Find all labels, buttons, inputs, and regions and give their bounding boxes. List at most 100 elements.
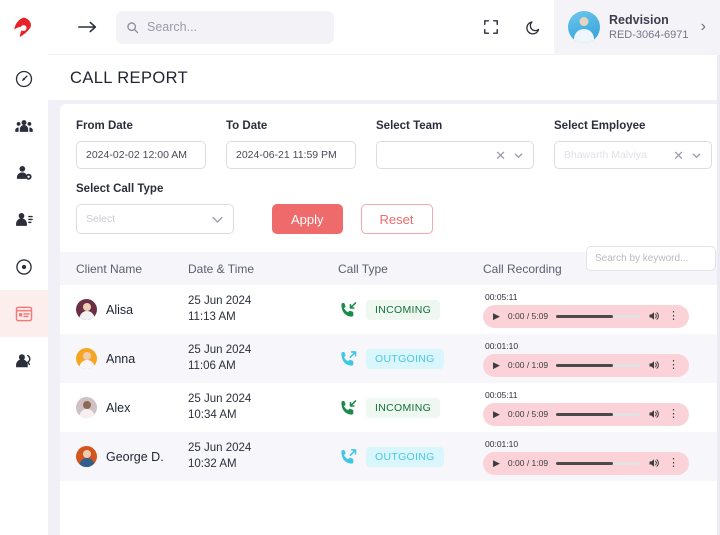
more-options-icon[interactable]: ⋮ [668, 310, 679, 322]
cell-date-time: 25 Jun 2024 10:34 AM [188, 392, 338, 423]
select-team-icons: ✕ [495, 149, 524, 162]
audio-player[interactable]: ▶ 0:00 / 1:09 ⋮ [483, 353, 689, 377]
page-title: CALL REPORT [48, 55, 720, 100]
volume-icon[interactable] [648, 457, 660, 469]
to-date-label: To Date [226, 120, 268, 132]
apply-button[interactable]: Apply [272, 204, 343, 234]
column-header-date-time: Date & Time [188, 261, 255, 276]
table-footer [60, 481, 720, 509]
user-id: RED-3064-6971 [609, 28, 689, 41]
topbar-right: Redvision RED-3064-6971 › [470, 0, 720, 55]
select-employee-dropdown[interactable]: Bhawarth Malviya ✕ [554, 141, 712, 169]
select-call-type-dropdown[interactable]: Select [76, 204, 234, 234]
volume-icon[interactable] [648, 359, 660, 371]
sidebar-collapse-button[interactable] [66, 0, 110, 55]
row-time: 10:32 AM [188, 457, 237, 470]
select-team-dropdown[interactable]: ✕ [376, 141, 534, 169]
cell-client: Anna [60, 348, 188, 369]
avatar [76, 397, 97, 418]
chevron-right-icon: › [700, 18, 706, 35]
keyword-search-wrap: Search by keyword... [586, 246, 716, 271]
avatar [76, 446, 97, 467]
sidebar-item-recordings[interactable] [0, 243, 48, 290]
sidebar [0, 0, 48, 535]
user-name: Redvision [609, 12, 669, 27]
search-icon [126, 21, 139, 34]
progress-bar[interactable] [556, 412, 640, 416]
select-employee-field: Select Employee Bhawarth Malviya ✕ [554, 120, 712, 169]
row-date: 25 Jun 2024 [188, 392, 252, 405]
select-employee-placeholder: Bhawarth Malviya [564, 149, 647, 161]
playback-time: 0:00 / 1:09 [507, 458, 549, 468]
to-date-field: To Date 2024-06-21 11:59 PM [226, 120, 356, 169]
play-icon[interactable]: ▶ [493, 360, 500, 370]
table-row[interactable]: Alisa 25 Jun 2024 11:13 AM INCOMING 00:0… [60, 285, 720, 334]
playback-time: 0:00 / 5:09 [507, 409, 549, 419]
user-settings-icon [16, 165, 32, 180]
topbar: Search... Redvision RED-3064-6971 › [48, 0, 720, 55]
more-options-icon[interactable]: ⋮ [668, 408, 679, 420]
client-name: Anna [106, 351, 136, 366]
select-call-type-label: Select Call Type [76, 183, 164, 195]
chevron-down-icon[interactable] [513, 150, 524, 161]
speedometer-icon [15, 70, 33, 87]
chevron-down-icon[interactable] [211, 213, 224, 226]
clear-icon[interactable]: ✕ [673, 149, 684, 162]
sidebar-item-teams[interactable] [0, 102, 48, 149]
sidebar-item-user-settings[interactable] [0, 149, 48, 196]
table-row[interactable]: Alex 25 Jun 2024 10:34 AM INCOMING 00:05… [60, 383, 720, 432]
table-row[interactable]: Anna 25 Jun 2024 11:06 AM OUTGOING 00:01… [60, 334, 720, 383]
filters-panel: From Date 2024-02-02 12:00 AM To Date 20… [60, 104, 720, 271]
call-report-table: Client Name Date & Time Call Type Call R… [60, 252, 720, 509]
cell-client: George D. [60, 446, 188, 467]
avatar [568, 11, 600, 43]
audio-player[interactable]: ▶ 0:00 / 5:09 ⋮ [483, 402, 689, 426]
table-row[interactable]: George D. 25 Jun 2024 10:32 AM OUTGOING … [60, 432, 720, 481]
record-icon [16, 258, 32, 275]
play-icon[interactable]: ▶ [493, 409, 500, 419]
row-time: 11:13 AM [188, 310, 236, 323]
reset-button[interactable]: Reset [360, 204, 433, 234]
row-date: 25 Jun 2024 [188, 294, 252, 307]
cell-call-type: OUTGOING [338, 446, 483, 467]
to-date-input[interactable]: 2024-06-21 11:59 PM [226, 141, 356, 169]
cell-call-recording: 00:05:11 ▶ 0:00 / 5:09 ⋮ [483, 390, 720, 426]
dark-mode-button[interactable] [512, 0, 554, 55]
more-options-icon[interactable]: ⋮ [668, 359, 679, 371]
search-input[interactable]: Search... [116, 10, 334, 44]
select-call-type-field: Select Call Type Select [76, 183, 234, 234]
progress-bar[interactable] [556, 363, 640, 367]
row-time: 10:34 AM [188, 408, 237, 421]
report-icon [15, 306, 33, 321]
client-name: Alex [106, 400, 131, 415]
progress-bar[interactable] [556, 314, 640, 318]
chevron-down-icon[interactable] [691, 150, 702, 161]
client-name: Alisa [106, 302, 134, 317]
more-options-icon[interactable]: ⋮ [668, 457, 679, 469]
row-time: 11:06 AM [188, 359, 236, 372]
select-team-label: Select Team [376, 120, 443, 132]
play-icon[interactable]: ▶ [493, 458, 500, 468]
user-meta: Redvision RED-3064-6971 [609, 12, 689, 43]
play-icon[interactable]: ▶ [493, 311, 500, 321]
sidebar-item-call-report[interactable] [0, 290, 48, 337]
keyword-search-input[interactable]: Search by keyword... [586, 246, 716, 271]
sidebar-nav [0, 55, 48, 384]
from-date-value: 2024-02-02 12:00 AM [86, 149, 187, 161]
status-badge: OUTGOING [366, 348, 444, 369]
clear-icon[interactable]: ✕ [495, 149, 506, 162]
app-logo[interactable] [0, 0, 48, 55]
search-placeholder: Search... [147, 20, 198, 34]
sidebar-item-contacts[interactable] [0, 337, 48, 384]
audio-player[interactable]: ▶ 0:00 / 5:09 ⋮ [483, 304, 689, 328]
audio-player[interactable]: ▶ 0:00 / 1:09 ⋮ [483, 451, 689, 475]
fullscreen-button[interactable] [470, 0, 512, 55]
sidebar-item-user-list[interactable] [0, 196, 48, 243]
sidebar-item-dashboard[interactable] [0, 55, 48, 102]
volume-icon[interactable] [648, 310, 660, 322]
cell-call-type: OUTGOING [338, 348, 483, 369]
from-date-input[interactable]: 2024-02-02 12:00 AM [76, 141, 206, 169]
user-profile-chip[interactable]: Redvision RED-3064-6971 › [554, 0, 720, 55]
progress-bar[interactable] [556, 461, 640, 465]
volume-icon[interactable] [648, 408, 660, 420]
